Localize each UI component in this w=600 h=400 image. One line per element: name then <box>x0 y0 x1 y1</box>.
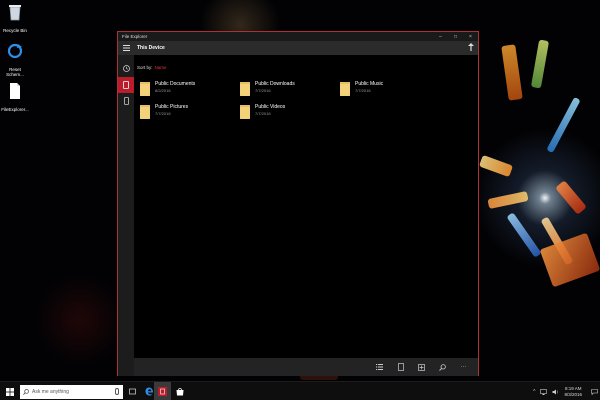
action-center-button[interactable] <box>588 382 600 400</box>
wallpaper-streak <box>539 232 600 288</box>
windows-logo-icon <box>6 387 14 396</box>
nav-this-device-button[interactable] <box>118 77 134 93</box>
taskbar-app-store[interactable] <box>171 382 188 400</box>
phone-icon <box>123 97 129 105</box>
file-explorer-window: File Explorer – □ × This Device Sort by:… <box>117 31 479 376</box>
folder-icon <box>240 105 250 119</box>
folder-name: Public Pictures <box>155 104 189 110</box>
desktop-icon-label: Reset Schem... <box>6 67 24 77</box>
clock-icon <box>122 64 130 72</box>
reset-icon <box>7 43 23 59</box>
sort-value[interactable]: Name <box>155 65 167 70</box>
folder-name: Public Documents <box>155 81 196 87</box>
desktop-icon-label: FileExplorer... <box>1 107 29 112</box>
wallpaper-streak <box>487 190 529 210</box>
clock-time: 8:19 AM <box>564 386 582 391</box>
close-button[interactable]: × <box>463 32 478 41</box>
wallpaper-streak <box>555 180 587 215</box>
desktop-icon-reset-schema[interactable]: Reset Schem... <box>0 42 30 77</box>
sort-control[interactable]: Sort by: Name <box>137 65 167 70</box>
folder-content-area: Sort by: Name Public Documents 8/2/2016 P… <box>134 55 478 358</box>
new-item-button[interactable] <box>390 358 411 376</box>
nav-recent-button[interactable] <box>118 60 134 76</box>
folder-date: 7/7/2016 <box>355 88 371 93</box>
task-view-button[interactable] <box>124 382 141 400</box>
clock[interactable]: 8:19 AM 8/3/2016 <box>564 386 582 397</box>
up-arrow-icon <box>468 43 474 51</box>
folder-icon <box>140 105 150 119</box>
wallpaper-streak <box>530 39 550 89</box>
search-placeholder: Ask me anything <box>32 389 69 395</box>
device-icon <box>123 81 129 89</box>
microphone-icon[interactable] <box>115 388 119 395</box>
folder-date: 7/7/2016 <box>155 111 171 116</box>
folder-date: 7/7/2016 <box>255 88 271 93</box>
volume-icon[interactable] <box>552 389 559 395</box>
folder-icon <box>340 82 350 96</box>
search-button[interactable] <box>432 358 453 376</box>
list-view-button[interactable] <box>369 358 390 376</box>
search-icon <box>23 389 29 395</box>
title-bar[interactable]: File Explorer – □ × <box>118 32 478 41</box>
wallpaper-streak <box>546 96 581 154</box>
folder-item[interactable]: Public Videos 7/7/2016 <box>234 103 324 125</box>
folder-item[interactable]: Public Downloads 7/7/2016 <box>234 80 324 102</box>
recycle-bin-icon <box>9 5 21 21</box>
taskbar-app-file-explorer[interactable] <box>154 382 171 400</box>
file-explorer-app-icon <box>158 387 167 396</box>
show-hidden-icons-icon[interactable]: ^ <box>533 389 535 395</box>
folder-name: Public Videos <box>255 104 286 110</box>
desktop-icon-recycle-bin[interactable]: Recycle Bin <box>0 3 30 33</box>
up-arrow-button[interactable] <box>468 43 474 53</box>
network-icon[interactable] <box>540 388 548 395</box>
file-icon <box>10 83 20 99</box>
folder-name: Public Music <box>355 81 384 87</box>
more-button[interactable]: ··· <box>453 358 474 376</box>
start-button[interactable] <box>0 382 20 400</box>
desktop-icon-fileexplorer[interactable]: FileExplorer... <box>0 82 30 112</box>
folder-item[interactable]: Public Music 7/7/2016 <box>334 80 424 102</box>
hamburger-icon <box>122 45 130 51</box>
hamburger-menu-button[interactable] <box>118 41 134 55</box>
clock-date: 8/3/2016 <box>564 391 582 397</box>
breadcrumb[interactable]: This Device <box>137 45 165 51</box>
list-view-icon <box>376 364 383 370</box>
folder-date: 8/2/2016 <box>155 88 171 93</box>
folder-icon <box>240 82 250 96</box>
folder-date: 7/7/2016 <box>255 111 271 116</box>
folder-item[interactable]: Public Documents 8/2/2016 <box>134 80 224 102</box>
folder-name: Public Downloads <box>255 81 295 87</box>
wallpaper-streak <box>501 44 523 101</box>
notification-icon <box>590 388 598 395</box>
sort-label: Sort by: <box>137 65 153 70</box>
search-icon <box>439 363 446 371</box>
wallpaper-streak <box>478 154 514 178</box>
system-tray: ^ 8:19 AM 8/3/2016 <box>533 382 600 400</box>
minimize-button[interactable]: – <box>433 32 448 41</box>
select-button[interactable] <box>411 358 432 376</box>
taskbar: Ask me anything ^ 8:19 AM 8/3/2016 <box>0 381 600 400</box>
location-header: This Device <box>118 41 478 55</box>
cortana-search-box[interactable]: Ask me anything <box>20 385 123 399</box>
new-item-icon <box>397 363 404 371</box>
folder-icon <box>140 82 150 96</box>
task-view-icon <box>129 388 136 395</box>
wallpaper-streak <box>506 212 542 258</box>
edge-icon <box>145 387 153 396</box>
nav-phone-button[interactable] <box>118 93 134 109</box>
select-icon <box>418 363 425 371</box>
store-bag-icon <box>176 388 183 396</box>
folder-item[interactable]: Public Pictures 7/7/2016 <box>134 103 224 125</box>
command-bar: ··· <box>134 358 478 376</box>
desktop-icon-label: Recycle Bin <box>3 28 27 33</box>
navigation-rail <box>118 55 134 376</box>
window-title: File Explorer <box>122 34 148 39</box>
maximize-button[interactable]: □ <box>448 32 463 41</box>
